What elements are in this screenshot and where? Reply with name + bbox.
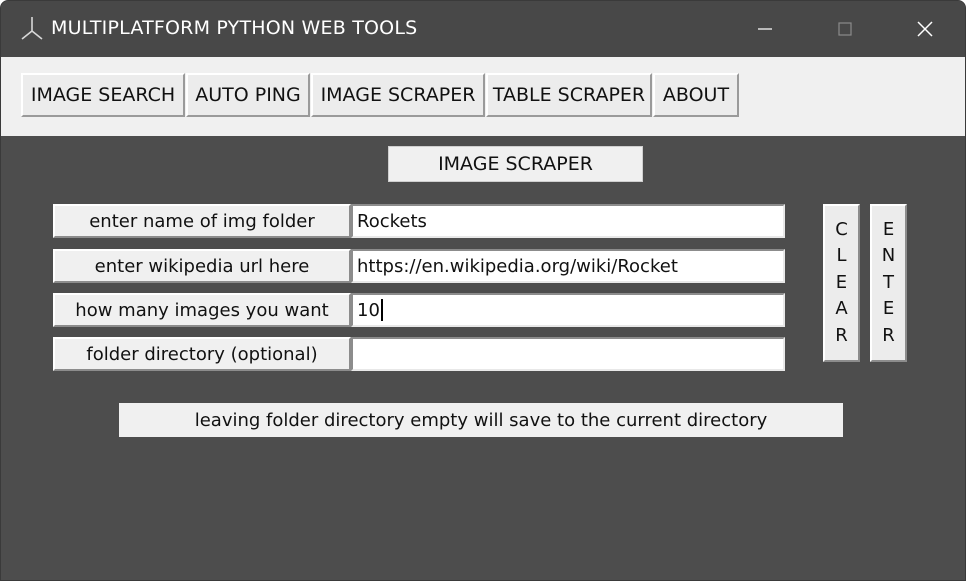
maximize-button[interactable] bbox=[805, 1, 885, 57]
folder-name-label: enter name of img folder bbox=[53, 204, 351, 238]
image-count-label: how many images you want bbox=[53, 293, 351, 327]
app-window: MULTIPLATFORM PYTHON WEB TOOLS IMAGE SEA… bbox=[0, 0, 966, 581]
folder-name-input[interactable]: Rockets bbox=[351, 204, 785, 238]
folder-directory-input[interactable] bbox=[351, 337, 785, 371]
folder-directory-label: folder directory (optional) bbox=[53, 337, 351, 371]
tab-about[interactable]: ABOUT bbox=[653, 73, 739, 117]
tab-toolbar: IMAGE SEARCH AUTO PING IMAGE SCRAPER TAB… bbox=[1, 57, 965, 136]
tab-table-scraper[interactable]: TABLE SCRAPER bbox=[486, 73, 652, 117]
clear-button-label: CLEAR bbox=[835, 218, 848, 346]
minimize-button[interactable] bbox=[725, 1, 805, 57]
text-caret bbox=[380, 299, 383, 321]
folder-name-value: Rockets bbox=[357, 210, 427, 232]
directory-hint: leaving folder directory empty will save… bbox=[119, 403, 843, 437]
feather-icon bbox=[21, 17, 43, 40]
tab-auto-ping[interactable]: AUTO PING bbox=[186, 73, 310, 117]
wikipedia-url-input[interactable]: https://en.wikipedia.org/wiki/Rocket bbox=[351, 249, 785, 283]
close-icon bbox=[917, 21, 933, 37]
page-title: IMAGE SCRAPER bbox=[388, 146, 643, 182]
title-bar[interactable]: MULTIPLATFORM PYTHON WEB TOOLS bbox=[1, 1, 965, 57]
maximize-icon bbox=[838, 22, 852, 36]
minimize-icon bbox=[758, 28, 772, 30]
clear-button[interactable]: CLEAR bbox=[823, 204, 860, 362]
close-button[interactable] bbox=[885, 1, 965, 57]
window-title: MULTIPLATFORM PYTHON WEB TOOLS bbox=[51, 17, 418, 39]
wikipedia-url-label: enter wikipedia url here bbox=[53, 249, 351, 283]
image-count-value: 10 bbox=[357, 299, 380, 321]
wikipedia-url-value: https://en.wikipedia.org/wiki/Rocket bbox=[357, 255, 678, 277]
tab-image-search[interactable]: IMAGE SEARCH bbox=[21, 73, 185, 117]
enter-button[interactable]: ENTER bbox=[870, 204, 907, 362]
image-count-input[interactable]: 10 bbox=[351, 293, 785, 327]
enter-button-label: ENTER bbox=[881, 218, 896, 346]
tab-image-scraper[interactable]: IMAGE SCRAPER bbox=[311, 73, 485, 117]
